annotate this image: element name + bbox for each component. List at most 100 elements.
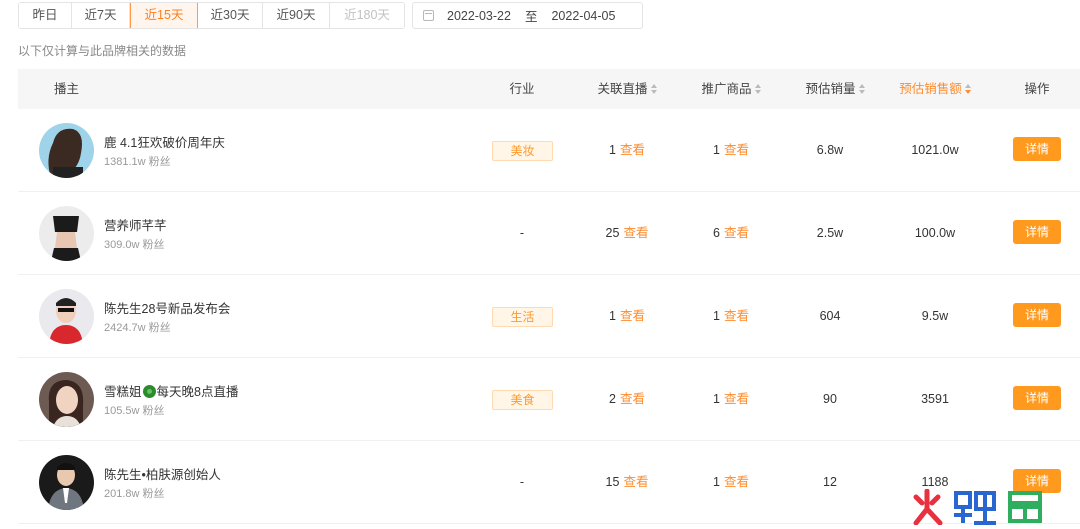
date-end[interactable]: 2022-04-05: [551, 9, 615, 23]
streamer-name-part: 雪糕姐: [104, 385, 142, 399]
header-promoted-label: 推广商品: [701, 82, 752, 96]
streamer-name[interactable]: 陈先生28号新品发布会: [104, 298, 230, 317]
table-row: 营养师芊芊 309.0w 粉丝 - 25 查看 6 查看 2.5w 100.0w 详…: [18, 192, 1080, 275]
industry-tag: 生活: [492, 306, 553, 327]
range-15d-button[interactable]: 近15天: [130, 3, 198, 28]
product-count: 6: [713, 226, 720, 240]
industry-cell: 美食: [492, 358, 553, 441]
header-estimated-revenue[interactable]: 预估销售额: [890, 69, 980, 109]
view-live-link[interactable]: 查看: [620, 392, 645, 406]
streamer-name[interactable]: 营养师芊芊: [104, 215, 167, 234]
table-row: 陈先生28号新品发布会 2424.7w 粉丝 生活 1 查看 1 查看 604 9.…: [18, 275, 1080, 358]
quick-range-group: 昨日 近7天 近15天 近30天 近90天 近180天: [18, 2, 405, 29]
promoted-cell: 1 查看: [690, 358, 772, 441]
avatar[interactable]: [39, 455, 94, 510]
view-live-link[interactable]: 查看: [620, 143, 645, 157]
avatar[interactable]: [39, 289, 94, 344]
header-promoted-products[interactable]: 推广商品: [690, 69, 772, 109]
fans-count: 201.8w 粉丝: [104, 488, 165, 500]
avatar[interactable]: [39, 372, 94, 427]
avatar[interactable]: [39, 206, 94, 261]
view-live-link[interactable]: 查看: [623, 475, 648, 489]
live-count: 1: [609, 143, 616, 157]
range-yesterday-button[interactable]: 昨日: [19, 3, 72, 28]
header-sales-label: 预估销量: [805, 82, 856, 96]
streamer-name[interactable]: 雪糕姐 每天晚8点直播: [104, 381, 238, 400]
streamer-name[interactable]: 鹿 4.1狂欢破价周年庆: [104, 132, 225, 151]
table-row: 雪糕姐 每天晚8点直播 105.5w 粉丝 美食 2 查看 1 查看 90 3591 …: [18, 358, 1080, 441]
product-count: 1: [713, 309, 720, 323]
sales-cell: 12: [823, 475, 837, 489]
date-range-filter: 昨日 近7天 近15天 近30天 近90天 近180天: [18, 2, 405, 29]
view-live-link[interactable]: 查看: [620, 309, 645, 323]
sort-icon: [754, 84, 761, 94]
live-count: 1: [609, 309, 616, 323]
product-count: 1: [713, 475, 720, 489]
promoted-cell: 1 查看: [690, 441, 772, 524]
sort-desc-icon: [964, 84, 971, 94]
industry-cell: 生活: [492, 275, 553, 358]
product-count: 1: [713, 392, 720, 406]
range-90d-button[interactable]: 近90天: [263, 3, 330, 28]
revenue-cell: 1021.0w: [911, 143, 959, 157]
header-revenue-label: 预估销售额: [899, 82, 962, 96]
date-range-picker[interactable]: 2022-03-22 至 2022-04-05: [412, 2, 643, 29]
view-products-link[interactable]: 查看: [724, 392, 749, 406]
product-count: 1: [713, 143, 720, 157]
logo-mark-icon: [913, 489, 1042, 525]
industry-cell: -: [519, 475, 525, 489]
sales-cell: 6.8w: [816, 143, 844, 157]
live-count: 15: [605, 475, 620, 489]
table-row: 鹿 4.1狂欢破价周年庆 1381.1w 粉丝 美妆 1 查看 1 查看 6.8w …: [18, 109, 1080, 192]
fans-count: 309.0w 粉丝: [104, 239, 165, 251]
promoted-cell: 6 查看: [690, 192, 772, 275]
range-7d-button[interactable]: 近7天: [72, 3, 130, 28]
promoted-cell: 1 查看: [690, 109, 772, 192]
streamer-table: 播主 行业 关联直播 推广商品 预估销量 预估销售额 操作 鹿 4.1狂欢破价周…: [18, 69, 1080, 524]
revenue-cell: 100.0w: [914, 226, 956, 240]
fans-count: 2424.7w 粉丝: [104, 322, 171, 334]
fans-count: 105.5w 粉丝: [104, 405, 165, 417]
view-products-link[interactable]: 查看: [724, 309, 749, 323]
range-30d-button[interactable]: 近30天: [198, 3, 263, 28]
sort-icon: [858, 84, 865, 94]
date-start[interactable]: 2022-03-22: [447, 9, 511, 23]
calendar-icon: [423, 10, 434, 21]
header-industry: 行业: [509, 82, 535, 96]
avatar[interactable]: [39, 123, 94, 178]
view-products-link[interactable]: 查看: [724, 475, 749, 489]
data-scope-note: 以下仅计算与此品牌相关的数据: [18, 44, 187, 58]
streamer-name-part: 每天晚8点直播: [156, 385, 239, 399]
streamer-name[interactable]: 陈先生•柏肤源创始人: [104, 464, 221, 483]
industry-cell: 美妆: [492, 109, 553, 192]
detail-button[interactable]: 详情: [1013, 386, 1061, 410]
header-streamer: 播主: [54, 82, 80, 96]
revenue-cell: 9.5w: [921, 309, 949, 323]
industry-tag: 美妆: [492, 140, 553, 161]
view-products-link[interactable]: 查看: [724, 226, 749, 240]
view-products-link[interactable]: 查看: [724, 143, 749, 157]
detail-button[interactable]: 详情: [1013, 220, 1061, 244]
sales-cell: 2.5w: [816, 226, 844, 240]
clover-emoji-icon: [142, 385, 156, 398]
related-live-cell: 25 查看: [586, 192, 668, 275]
header-related-live-label: 关联直播: [597, 82, 648, 96]
industry-tag: 美食: [492, 389, 553, 410]
related-live-cell: 15 查看: [586, 441, 668, 524]
view-live-link[interactable]: 查看: [623, 226, 648, 240]
sales-cell: 90: [823, 392, 837, 406]
range-180d-button[interactable]: 近180天: [330, 3, 404, 28]
live-count: 25: [605, 226, 620, 240]
header-estimated-sales[interactable]: 预估销量: [794, 69, 876, 109]
live-count: 2: [609, 392, 616, 406]
sort-icon: [650, 84, 657, 94]
promoted-cell: 1 查看: [690, 275, 772, 358]
related-live-cell: 1 查看: [586, 275, 668, 358]
date-separator: 至: [524, 10, 538, 24]
table-header: 播主 行业 关联直播 推广商品 预估销量 预估销售额 操作: [18, 69, 1080, 109]
header-action: 操作: [1024, 82, 1050, 96]
sales-cell: 604: [819, 309, 841, 323]
detail-button[interactable]: 详情: [1013, 303, 1061, 327]
header-related-live[interactable]: 关联直播: [586, 69, 668, 109]
detail-button[interactable]: 详情: [1013, 137, 1061, 161]
